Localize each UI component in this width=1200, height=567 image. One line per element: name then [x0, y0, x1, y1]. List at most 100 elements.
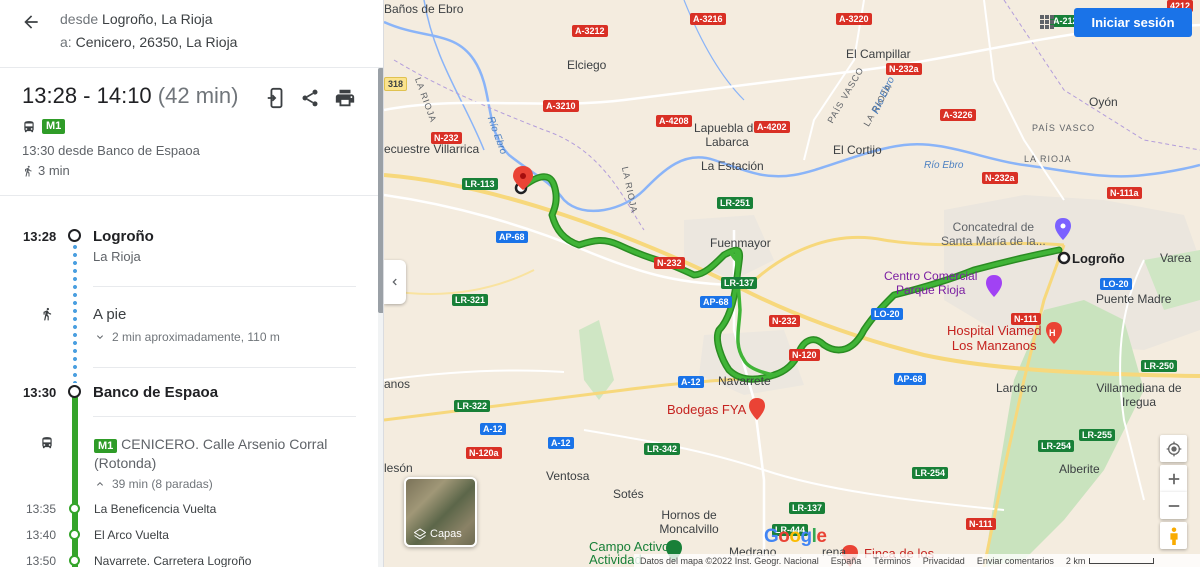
share-button[interactable] [298, 86, 322, 110]
stop-marker [68, 385, 81, 398]
chevron-left-icon [392, 278, 397, 286]
town-label: El Cortijo [833, 143, 882, 157]
road-shield: A-3210 [543, 100, 579, 112]
town-label: Baños de Ebro [384, 2, 464, 16]
my-location-button[interactable] [1160, 435, 1187, 462]
road-shield: N-111 [1011, 313, 1041, 325]
stop-marker [69, 555, 80, 566]
road-shield: AP-68 [496, 231, 528, 243]
walk-icon [43, 307, 52, 321]
step-name[interactable]: Banco de Espaoa [93, 384, 218, 401]
road-shield: AP-68 [700, 296, 732, 308]
road-shield: LR-254 [1038, 440, 1075, 452]
road-shield: A-3212 [572, 25, 608, 37]
road-shield: N-120a [466, 447, 502, 459]
privacy-link[interactable]: Privacidad [923, 556, 965, 566]
road-shield: N-232 [654, 257, 685, 269]
road-shield: LR-321 [452, 294, 489, 306]
poi-hospital[interactable]: Hospital Viamed Los Manzanos [947, 323, 1041, 353]
zoom-out-button[interactable] [1160, 492, 1187, 519]
bus-icon [24, 120, 34, 132]
road-shield: LR-322 [454, 400, 491, 412]
town-label: Alberite [1059, 462, 1100, 476]
road-shield: A-4202 [754, 121, 790, 133]
route-destination[interactable]: a: Cenicero, 26350, La Rioja [60, 34, 237, 50]
time-range: 13:28 - 14:10 [22, 83, 152, 108]
sign-in-button[interactable]: Iniciar sesión [1074, 8, 1192, 37]
stop-name[interactable]: El Arco Vuelta [94, 528, 169, 542]
walk-detail-toggle[interactable]: 2 min aproximadamente, 110 m [94, 330, 280, 344]
route-origin[interactable]: desde Logroño, La Rioja [60, 11, 213, 27]
apps-icon[interactable] [1040, 15, 1054, 29]
road-shield: A-12 [548, 437, 574, 449]
map-canvas[interactable]: H Baños de Ebro Elciego El Campillar Lap… [384, 0, 1200, 567]
layers-icon [414, 528, 426, 540]
plus-icon [1168, 473, 1179, 484]
pegman-icon [1169, 526, 1178, 545]
arrow-back-icon [24, 15, 38, 29]
road-shield: LR-254 [912, 467, 949, 479]
town-label: Elciego [567, 58, 607, 72]
my-location-icon [1166, 441, 1181, 456]
stop-marker [69, 503, 80, 514]
town-label: Varea [1160, 251, 1192, 265]
origin-prefix: desde [60, 11, 99, 27]
stop-marker [69, 529, 80, 540]
minus-icon [1168, 504, 1179, 507]
poi-bodegas[interactable]: Bodegas FYA [667, 402, 746, 417]
zoom-in-button[interactable] [1160, 465, 1187, 492]
country-link[interactable]: España [831, 556, 862, 566]
stop-time: 13:40 [26, 528, 57, 542]
road-shield: A-3220 [836, 13, 872, 25]
terms-link[interactable]: Términos [873, 556, 911, 566]
step-sub: La Rioja [93, 249, 141, 264]
walk-mode: A pie [93, 306, 127, 323]
line-badge: M1 [94, 439, 118, 453]
route-header: desde Logroño, La Rioja a: Cenicero, 263… [0, 0, 383, 68]
road-shield: N-111a [1107, 187, 1142, 199]
road-shield: A-3226 [940, 109, 976, 121]
street-view-pegman[interactable] [1160, 522, 1187, 549]
step-name[interactable]: Logroño [93, 228, 154, 245]
road-shield: LR-137 [789, 502, 826, 514]
road-shield: LR-137 [721, 277, 758, 289]
stop-time: 13:35 [26, 502, 57, 516]
stop-name[interactable]: La Beneficencia Vuelta [94, 502, 216, 516]
road-shield: N-232 [769, 315, 800, 327]
road-shield: N-232a [886, 63, 922, 75]
divider [93, 286, 356, 287]
layers-button[interactable]: Capas [404, 477, 477, 547]
trip-time: 13:28 - 14:10 (42 min) [22, 83, 238, 109]
map-data-attribution: Datos del mapa ©2022 Inst. Geogr. Nacion… [640, 555, 819, 566]
town-label: Ventosa [546, 469, 590, 483]
walk-info: 3 min [22, 163, 70, 178]
destination-prefix: a: [60, 34, 72, 50]
road-shield: LO-20 [871, 308, 903, 320]
bus-segment-line [72, 397, 78, 567]
collapse-panel-button[interactable] [384, 260, 406, 304]
scale-indicator[interactable]: 2 km [1066, 556, 1155, 566]
road-shield: A-3216 [690, 13, 726, 25]
poi-concatedral[interactable]: Concatedral de Santa María de la... [941, 220, 1046, 248]
send-to-phone-button[interactable] [264, 86, 288, 110]
walk-segment-line [73, 243, 77, 383]
map-base-layer: H [384, 0, 1200, 567]
feedback-link[interactable]: Enviar comentarios [977, 556, 1054, 566]
stop-time: 13:50 [26, 554, 57, 567]
chevron-up-icon [97, 482, 103, 486]
print-icon [335, 89, 355, 107]
departure-info: 13:30 desde Banco de Espaoa [22, 143, 200, 158]
road-shield: AP-68 [894, 373, 926, 385]
stops-toggle[interactable]: 39 min (8 paradas) [94, 477, 213, 491]
walk-detail: 2 min aproximadamente, 110 m [112, 330, 280, 344]
road-shield: N-111 [966, 518, 996, 530]
origin-value: Logroño, La Rioja [102, 11, 213, 27]
back-button[interactable] [18, 9, 44, 35]
trip-duration: (42 min) [157, 83, 239, 108]
stop-name[interactable]: Navarrete. Carretera Logroño [94, 554, 251, 567]
scale-bar [1089, 557, 1155, 564]
print-button[interactable] [333, 86, 357, 110]
town-label: Villamediana de Iregua [1096, 381, 1182, 409]
poi-centro-comercial[interactable]: Centro Comercial Parque Rioja [884, 269, 977, 297]
town-label: Lardero [996, 381, 1038, 395]
